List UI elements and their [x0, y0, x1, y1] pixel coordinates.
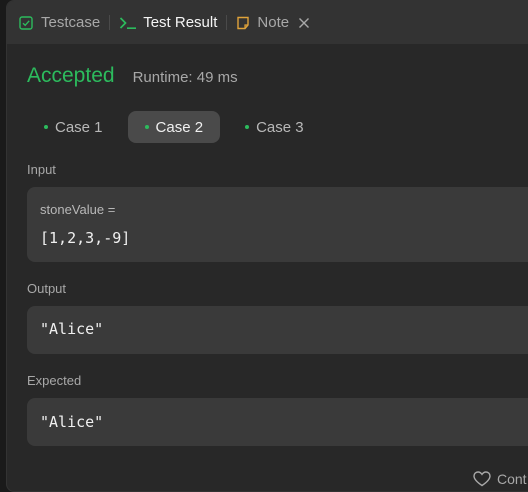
case-tab-label: Case 2: [155, 118, 204, 136]
result-status: Accepted Runtime: 49 ms: [27, 64, 238, 88]
case-tab-2[interactable]: Case 2: [127, 111, 221, 143]
input-box[interactable]: stoneValue = [1,2,3,-9]: [27, 187, 528, 262]
tab-testcase[interactable]: Testcase: [19, 1, 100, 44]
close-icon[interactable]: [298, 17, 310, 29]
tab-test-result[interactable]: Test Result: [119, 1, 217, 44]
tab-separator: [226, 15, 228, 30]
case-tabs: Case 1 Case 2 Case 3: [27, 111, 329, 143]
case-tab-label: Case 3: [256, 118, 304, 136]
tab-note-label: Note: [257, 14, 290, 31]
case-tab-3[interactable]: Case 3: [228, 111, 321, 143]
pass-dot-icon: [44, 125, 48, 129]
tab-note[interactable]: Note: [236, 1, 310, 44]
note-icon: [236, 16, 250, 30]
tab-test-result-label: Test Result: [143, 14, 218, 31]
case-tab-label: Case 1: [55, 118, 103, 136]
checkbox-icon: [19, 15, 33, 30]
pass-dot-icon: [245, 125, 250, 129]
terminal-icon: [119, 16, 137, 30]
accepted-status: Accepted: [27, 64, 115, 87]
contribute-button[interactable]: Cont: [473, 471, 527, 487]
panel-tab-bar: Testcase Test Result Note: [7, 1, 528, 44]
tab-testcase-label: Testcase: [41, 14, 101, 31]
tab-separator: [109, 15, 111, 30]
expected-value: "Alice": [40, 413, 104, 431]
input-variable-name: stoneValue =: [40, 202, 116, 217]
output-box[interactable]: "Alice": [27, 306, 528, 354]
case-tab-1[interactable]: Case 1: [27, 111, 120, 143]
contribute-label: Cont: [497, 471, 527, 487]
input-value: [1,2,3,-9]: [40, 229, 131, 247]
expected-box[interactable]: "Alice": [27, 398, 528, 446]
heart-icon: [473, 471, 491, 487]
runtime-text: Runtime: 49 ms: [132, 69, 238, 86]
output-label: Output: [27, 281, 67, 296]
input-label: Input: [27, 162, 56, 177]
pass-dot-icon: [144, 125, 149, 129]
expected-label: Expected: [27, 373, 82, 388]
output-value: "Alice": [40, 320, 104, 338]
test-result-panel: Testcase Test Result Note Accepted Runti…: [6, 0, 528, 492]
